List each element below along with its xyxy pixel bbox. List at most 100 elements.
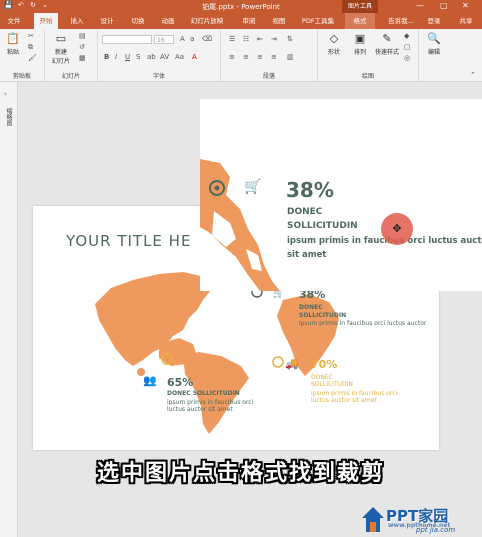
group-paragraph: ☰ ☷ ⇤ ⇥ ⇅ ≡ ≡ ≡ ≡ ▥ 段落 <box>221 29 318 81</box>
arrange-label: 排列 <box>353 49 366 56</box>
tab-view[interactable]: 视图 <box>268 13 290 29</box>
picture-map-fragment <box>200 159 280 291</box>
title-bar: 💾 ↶ ↻ ⌄ 铂尾.pptx - PowerPoint 图片工具 — ▢ ✕ <box>0 0 482 13</box>
group-label-clipboard: 剪贴板 <box>12 73 31 80</box>
outdent-icon[interactable]: ⇥ <box>271 35 277 43</box>
customize-icon[interactable]: ⌄ <box>42 1 48 9</box>
copy-icon[interactable]: ⧉ <box>28 43 33 52</box>
new-slide-button[interactable]: ▭ 新建 幻灯片 <box>49 32 73 65</box>
format-painter-icon[interactable]: 🖌 <box>28 54 37 62</box>
stat-b-value: 65% <box>167 376 194 389</box>
picture-stat-head1: DONEC <box>287 207 323 217</box>
find-icon: 🔍 <box>427 32 441 45</box>
watermark-logo: PPT家园 www.ppthome.net ppt jia.com <box>358 502 482 537</box>
shrink-font-icon[interactable]: a <box>190 35 194 43</box>
tab-design[interactable]: 设计 <box>96 13 118 29</box>
bold-icon[interactable]: B <box>104 53 109 61</box>
numbering-icon[interactable]: ☷ <box>243 35 249 43</box>
spacing-icon[interactable]: AV <box>160 53 169 61</box>
arrange-button[interactable]: ▣ 排列 <box>348 32 372 56</box>
cut-icon[interactable]: ✂ <box>28 32 34 40</box>
save-icon[interactable]: 💾 <box>4 1 13 9</box>
quick-styles-button[interactable]: ✎ 快速样式 <box>372 32 402 56</box>
shape-outline-icon[interactable]: ▢ <box>404 43 411 51</box>
picture-stat-body2: sit amet <box>287 250 327 260</box>
stat-b-body2: luctus auctor sit amet <box>167 406 233 413</box>
tab-insert[interactable]: 插入 <box>66 13 88 29</box>
truck-icon: 🚚 <box>285 357 299 370</box>
shape-button[interactable]: ◇ 形状 <box>322 32 346 56</box>
map-island <box>170 321 176 327</box>
context-tab-group: 图片工具 <box>342 0 378 13</box>
reset-icon[interactable]: ↺ <box>79 43 85 51</box>
location-marker-icon <box>272 356 284 368</box>
people-icon: 👥 <box>143 374 157 387</box>
columns-icon[interactable]: ▥ <box>287 53 294 61</box>
close-button[interactable]: ✕ <box>462 1 469 10</box>
house-logo-icon <box>362 507 384 532</box>
font-name-input[interactable] <box>102 35 152 44</box>
group-editing: 🔍 编辑 <box>419 29 449 81</box>
share-button[interactable]: 共享 <box>452 13 480 29</box>
stat-a-head1: DONEC <box>299 304 323 311</box>
new-slide-label-2: 幻灯片 <box>51 58 70 65</box>
minimize-button[interactable]: — <box>416 1 424 10</box>
strikethrough-icon[interactable]: ab <box>147 53 156 61</box>
tell-me-search[interactable]: 告诉我... <box>383 13 419 29</box>
tab-file[interactable]: 文件 <box>4 13 24 29</box>
indent-icon[interactable]: ⇤ <box>257 35 263 43</box>
tab-review[interactable]: 审阅 <box>238 13 260 29</box>
tab-transitions[interactable]: 切换 <box>127 13 149 29</box>
tab-animations[interactable]: 动画 <box>157 13 179 29</box>
group-slides: ▭ 新建 幻灯片 ▤ ↺ ▦ 幻灯片 <box>45 29 98 81</box>
paste-button[interactable]: 📋 粘贴 <box>2 32 24 56</box>
align-right-icon[interactable]: ≡ <box>257 53 263 61</box>
underline-icon[interactable]: U <box>125 53 130 61</box>
bullets-icon[interactable]: ☰ <box>229 35 235 43</box>
selected-picture[interactable]: 🛒 38% DONEC SOLLICITUDIN ipsum primis in… <box>200 99 482 291</box>
window-title: 铂尾.pptx - PowerPoint <box>202 3 280 11</box>
stat-a-head2: SOLLICITUDIN <box>299 312 347 319</box>
group-label-drawing: 绘图 <box>361 73 374 80</box>
shapes-icon: ◇ <box>329 32 339 45</box>
redo-icon[interactable]: ↻ <box>30 1 36 9</box>
layout-icon[interactable]: ▤ <box>79 32 86 40</box>
tab-slideshow[interactable]: 幻灯片放映 <box>186 13 228 29</box>
section-icon[interactable]: ▦ <box>79 54 86 62</box>
collapse-ribbon-icon[interactable]: ⌃ <box>470 71 476 79</box>
grow-font-icon[interactable]: A <box>180 35 185 43</box>
font-color-icon[interactable]: A <box>192 53 197 61</box>
stat-a-body: ipsum primis in faucibus orci luctus auc… <box>299 320 427 327</box>
font-size-input[interactable]: 16 <box>154 35 174 44</box>
tab-format[interactable]: 格式 <box>345 13 375 29</box>
text-direction-icon[interactable]: ⇅ <box>287 35 293 43</box>
tab-home[interactable]: 开始 <box>34 13 58 29</box>
clear-format-icon[interactable]: ⌫ <box>202 35 212 43</box>
italic-icon[interactable]: I <box>115 53 117 61</box>
tab-pdf-tools[interactable]: PDF工具集 <box>298 13 338 29</box>
edit-button[interactable]: 🔍 编辑 <box>421 32 447 56</box>
slide-title[interactable]: YOUR TITLE HE <box>66 232 191 250</box>
expand-panel-icon[interactable]: › <box>4 90 7 98</box>
maximize-button[interactable]: ▢ <box>440 1 448 10</box>
quick-styles-label: 快速样式 <box>374 49 399 56</box>
align-left-icon[interactable]: ≡ <box>229 53 235 61</box>
justify-icon[interactable]: ≡ <box>271 53 277 61</box>
new-slide-label: 新建 <box>54 49 67 56</box>
clipboard-icon: 📋 <box>6 32 20 45</box>
move-cursor-icon: ✥ <box>381 213 413 245</box>
stat-b-head: DONEC SOLLICITUDIN <box>167 390 240 397</box>
login-link[interactable]: 登录 <box>424 13 444 29</box>
shadow-icon[interactable]: S <box>136 53 140 61</box>
align-center-icon[interactable]: ≡ <box>243 53 249 61</box>
edit-label: 编辑 <box>427 49 440 56</box>
group-font: 16 A a ⌫ B I U S ab AV Aa A 字体 <box>98 29 221 81</box>
group-label-font: 字体 <box>152 73 165 80</box>
undo-icon[interactable]: ↶ <box>18 1 24 9</box>
shape-fill-icon[interactable]: ◆ <box>404 32 409 40</box>
thumbnail-label: 缩略图 <box>5 108 12 126</box>
case-icon[interactable]: Aa <box>175 53 184 61</box>
ribbon-tabs: 文件 开始 插入 设计 切换 动画 幻灯片放映 审阅 视图 PDF工具集 格式 … <box>0 13 482 29</box>
shape-effects-icon[interactable]: ◎ <box>404 54 410 62</box>
cart-icon: 🛒 <box>244 179 262 195</box>
